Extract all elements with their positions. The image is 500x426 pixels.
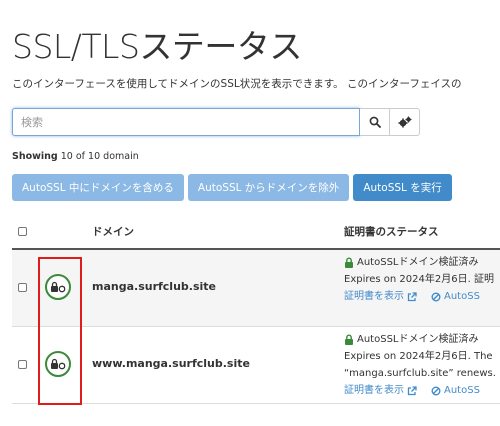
run-autossl-button[interactable]: AutoSSL を実行 (353, 174, 452, 201)
status-title: AutoSSLドメイン検証済み (357, 257, 479, 268)
ban-icon (431, 386, 441, 395)
status-detail: Expires on 2024年2月6日. The (344, 351, 493, 362)
status-detail-2: “manga.surfclub.site” renews. (344, 368, 496, 379)
exclude-domains-button[interactable]: AutoSSL からドメインを除外 (187, 174, 350, 201)
certificate-status: AutoSSLドメイン検証済み Expires on 2024年2月6日. 証明… (344, 254, 500, 305)
page-title: SSL/TLSステータス (12, 27, 302, 66)
domain-name: manga.surfclub.site (92, 280, 216, 293)
showing-text: 10 of 10 domain (60, 151, 139, 162)
gears-icon (398, 116, 411, 128)
action-buttons: AutoSSL 中にドメインを含める AutoSSL からドメインを除外 Aut… (12, 174, 452, 201)
lock-icon (345, 257, 353, 268)
exclude-autossl-link[interactable]: AutoSS (431, 288, 480, 305)
external-link-icon (407, 385, 417, 395)
exclude-autossl-link[interactable]: AutoSS (431, 382, 480, 399)
settings-button[interactable] (390, 108, 420, 136)
lock-icon (345, 334, 353, 345)
view-certificate-link[interactable]: 証明書を表示 (344, 288, 417, 305)
highlight-box (38, 257, 82, 405)
status-title: AutoSSLドメイン検証済み (357, 334, 479, 345)
domains-table: ドメイン 証明書のステータス manga.surfclub.site AutoS… (12, 216, 500, 404)
view-certificate-link[interactable]: 証明書を表示 (344, 382, 417, 399)
table-row: www.manga.surfclub.site AutoSSLドメイン検証済み … (12, 327, 500, 404)
exclude-autossl-label: AutoSS (444, 385, 480, 396)
select-all-checkbox[interactable] (18, 227, 27, 236)
page-description: このインターフェースを使用してドメインのSSL状況を表示できます。 このインター… (12, 78, 462, 90)
exclude-autossl-label: AutoSS (444, 291, 480, 302)
showing-count: Showing 10 of 10 domain (12, 151, 139, 162)
showing-label: Showing (12, 151, 58, 162)
status-column-header[interactable]: 証明書のステータス (344, 224, 439, 239)
row-checkbox[interactable] (18, 283, 27, 292)
include-domains-button[interactable]: AutoSSL 中にドメインを含める (12, 174, 184, 201)
search-button[interactable] (360, 108, 390, 136)
search-input[interactable] (12, 108, 360, 136)
domain-name: www.manga.surfclub.site (92, 357, 250, 370)
domain-column-header[interactable]: ドメイン (92, 224, 134, 239)
external-link-icon (407, 291, 417, 301)
status-detail: Expires on 2024年2月6日. 証明 (344, 274, 494, 285)
row-checkbox[interactable] (18, 360, 27, 369)
search-icon (369, 116, 381, 128)
certificate-status: AutoSSLドメイン検証済み Expires on 2024年2月6日. Th… (344, 331, 500, 399)
ban-icon (431, 292, 441, 301)
table-row: manga.surfclub.site AutoSSLドメイン検証済み Expi… (12, 250, 500, 327)
table-header: ドメイン 証明書のステータス (12, 216, 500, 250)
view-certificate-label: 証明書を表示 (344, 291, 404, 302)
view-certificate-label: 証明書を表示 (344, 385, 404, 396)
search-bar (12, 108, 420, 136)
